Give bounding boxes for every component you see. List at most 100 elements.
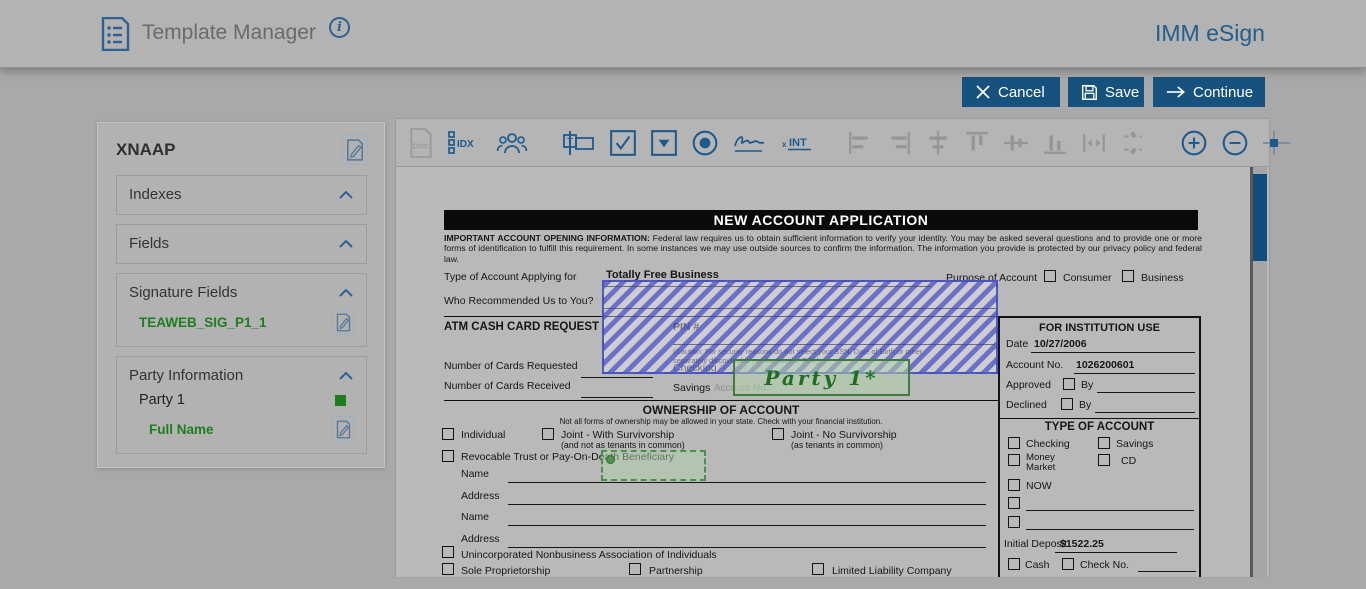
section-note: Not all forms of ownership may be allowe…	[559, 417, 883, 426]
text-field-tool-icon[interactable]: T	[562, 130, 596, 156]
scrollbar-thumb[interactable]	[1253, 174, 1267, 261]
form-label: Number of Cards Received	[444, 380, 571, 392]
checkbox	[812, 563, 824, 575]
form-line	[1095, 412, 1195, 413]
form-label: Address	[461, 490, 500, 502]
template-sidebar: XNAAP Indexes Fields Signature Fields TE…	[97, 122, 385, 468]
form-label: Individual	[461, 429, 506, 441]
continue-button[interactable]: Continue	[1153, 77, 1265, 107]
edit-signature-field-button[interactable]	[332, 309, 354, 335]
checkbox	[629, 563, 641, 575]
section-header: FOR INSTITUTION USE	[1039, 322, 1160, 334]
field-placement-box[interactable]	[601, 450, 706, 481]
form-label: Savings	[1116, 438, 1154, 450]
field-toolbar: DOC IDX T x INT	[395, 118, 1290, 167]
dropdown-field-tool-icon[interactable]	[650, 129, 678, 157]
checkbox	[1062, 558, 1074, 570]
svg-text:INT: INT	[789, 137, 807, 149]
form-line	[1074, 373, 1195, 374]
index-tool-icon[interactable]: IDX	[447, 130, 483, 156]
form-value: $1522.25	[1060, 538, 1104, 550]
signature-field-overlay[interactable]: Party 1*	[733, 359, 910, 396]
checkbox-field-tool-icon[interactable]	[609, 129, 637, 157]
checkbox	[1008, 454, 1020, 466]
chevron-up-icon[interactable]	[338, 288, 354, 298]
document-page[interactable]: NEW ACCOUNT APPLICATION IMPORTANT ACCOUN…	[396, 167, 1251, 577]
radio-field-tool-icon[interactable]	[691, 129, 719, 157]
checkbox	[1044, 270, 1056, 282]
form-label: Partnership	[649, 565, 703, 577]
form-sublabel: (and not as tenants in common)	[561, 440, 685, 450]
section-indexes[interactable]: Indexes	[116, 175, 367, 215]
field-marker-icon	[606, 455, 615, 464]
chevron-up-icon[interactable]	[338, 239, 354, 249]
checkbox	[442, 450, 454, 462]
zoom-in-icon[interactable]	[1180, 129, 1208, 157]
brand-logo: IMM eSign	[1155, 20, 1265, 46]
form-label: Account No.	[1006, 359, 1064, 371]
edit-pencil-icon	[336, 313, 350, 331]
section-fields[interactable]: Fields	[116, 224, 367, 264]
form-label: By	[1079, 399, 1092, 411]
form-label: Initial Deposit	[1004, 538, 1068, 550]
form-important-paragraph: IMPORTANT ACCOUNT OPENING INFORMATION: F…	[444, 233, 1202, 264]
party-field-item[interactable]: Full Name	[129, 416, 354, 442]
template-name: XNAAP	[116, 140, 176, 159]
form-label: Checking	[1026, 438, 1070, 450]
checkbox	[772, 428, 784, 440]
form-label: Sole Proprietorship	[461, 565, 551, 577]
form-label: CD	[1121, 455, 1137, 467]
align-middle-icon	[1003, 130, 1029, 156]
form-label: Consumer	[1063, 272, 1112, 284]
form-label: Savings	[673, 382, 711, 394]
form-title-bar: NEW ACCOUNT APPLICATION	[444, 210, 1198, 230]
parties-tool-icon[interactable]	[496, 130, 528, 156]
cancel-button[interactable]: Cancel	[962, 77, 1060, 107]
page-title: Template Manager	[142, 21, 316, 44]
form-label: Name	[461, 511, 490, 523]
section-header: OWNERSHIP OF ACCOUNT	[642, 403, 800, 417]
form-label: Number of Cards Requested	[444, 360, 578, 372]
chevron-up-icon[interactable]	[338, 190, 354, 200]
svg-text:x: x	[782, 140, 787, 149]
form-label: Date	[1006, 338, 1029, 350]
document-viewport[interactable]: NEW ACCOUNT APPLICATION IMPORTANT ACCOUN…	[395, 167, 1270, 578]
party-item[interactable]: Party 1	[129, 392, 354, 408]
align-top-icon	[964, 130, 990, 156]
checkbox	[1122, 270, 1134, 282]
form-label: Type of Account Applying for	[444, 271, 577, 283]
institution-use-box: FOR INSTITUTION USE Date 10/27/2006 Acco…	[998, 316, 1201, 577]
initials-field-tool-icon[interactable]: x INT	[779, 130, 813, 156]
signature-field-item[interactable]: TEAWEB_SIG_P1_1	[129, 309, 354, 335]
form-line	[581, 397, 653, 398]
checkbox	[1008, 497, 1020, 509]
edit-party-field-button[interactable]	[332, 416, 354, 442]
save-button[interactable]: Save	[1068, 77, 1144, 107]
signature-field-tool-icon[interactable]	[732, 130, 766, 156]
form-label: Address	[461, 533, 500, 545]
app-header: Template Manager i IMM eSign	[0, 0, 1366, 68]
section-party-information[interactable]: Party Information Party 1 Full Name	[116, 356, 367, 454]
form-line	[508, 504, 986, 505]
checkbox	[1061, 398, 1073, 410]
form-line	[581, 377, 653, 378]
form-label: Limited Liability Company	[832, 565, 952, 577]
section-divider	[444, 400, 998, 401]
checkbox	[1008, 516, 1020, 528]
section-header: ATM CASH CARD REQUEST	[444, 321, 600, 333]
align-left-icon	[847, 130, 873, 156]
zoom-out-icon[interactable]	[1221, 129, 1249, 157]
chevron-up-icon[interactable]	[338, 371, 354, 381]
distribute-horizontal-icon	[1081, 130, 1107, 156]
svg-text:T: T	[567, 136, 573, 146]
form-label: Business	[1141, 272, 1184, 284]
section-header: TYPE OF ACCOUNT	[1044, 421, 1155, 433]
edit-pencil-icon	[347, 139, 363, 161]
checkbox	[1008, 479, 1020, 491]
form-label: Name	[461, 468, 490, 480]
section-signature-fields[interactable]: Signature Fields TEAWEB_SIG_P1_1	[116, 273, 367, 347]
info-icon[interactable]: i	[329, 17, 350, 38]
center-field-icon[interactable]	[1262, 130, 1292, 156]
edit-template-button[interactable]	[342, 135, 368, 165]
section-divider	[1000, 418, 1199, 419]
